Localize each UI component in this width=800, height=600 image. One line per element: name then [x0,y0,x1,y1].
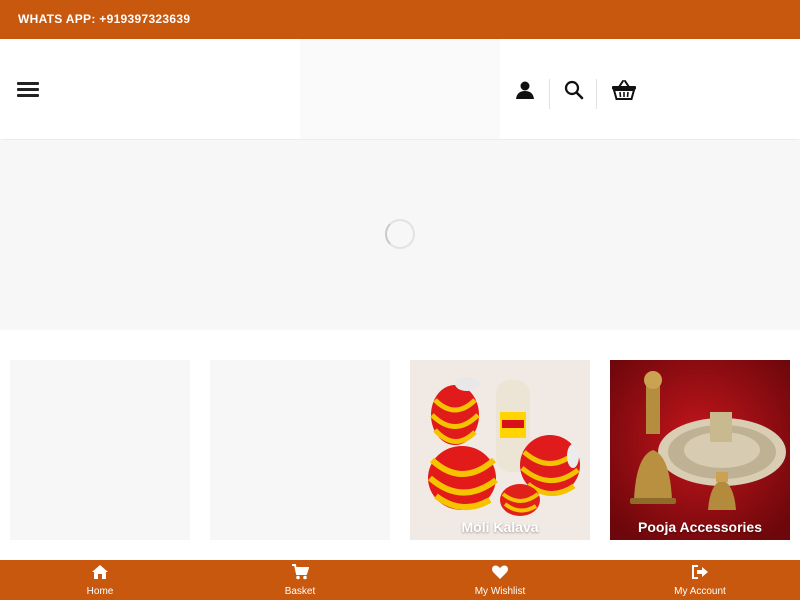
bottom-navigation: Home Basket My Wishlist My Account [0,560,800,600]
bottom-nav-label: My Account [674,586,726,597]
category-card[interactable] [10,360,190,540]
moli-kalava-image [410,360,590,540]
sign-out-icon [691,564,709,580]
site-header [0,39,800,139]
category-caption: Moli Kalava [461,519,539,535]
basket-icon[interactable] [611,79,637,101]
cart-icon [291,564,309,580]
spinner-icon [385,219,415,249]
bottom-nav-label: My Wishlist [474,586,526,597]
user-icon[interactable] [514,79,536,101]
bottom-nav-wishlist[interactable]: My Wishlist [400,560,600,600]
header-divider [549,79,550,109]
hamburger-menu-icon[interactable] [16,79,40,99]
bottom-nav-label: Home [86,586,114,597]
site-logo[interactable] [300,39,500,139]
category-card-pooja-accessories[interactable]: Pooja Accessories [610,360,790,540]
home-icon [91,564,109,580]
category-card-moli-kalava[interactable]: Moli Kalava [410,360,590,540]
pooja-accessories-image [610,360,790,540]
top-contact-bar: WHATS APP: +919397323639 [0,0,800,39]
bottom-nav-home[interactable]: Home [0,560,200,600]
bottom-nav-label: Basket [284,586,316,597]
header-divider [596,79,597,109]
bottom-nav-account[interactable]: My Account [600,560,800,600]
category-card[interactable] [210,360,390,540]
heart-icon [491,564,509,580]
whatsapp-contact-text[interactable]: WHATS APP: +919397323639 [18,12,190,26]
hero-slider [0,140,800,330]
category-grid: Moli Kalava Pooja Accessories [0,360,800,540]
search-icon[interactable] [563,79,585,101]
category-caption: Pooja Accessories [638,519,762,535]
bottom-nav-basket[interactable]: Basket [200,560,400,600]
